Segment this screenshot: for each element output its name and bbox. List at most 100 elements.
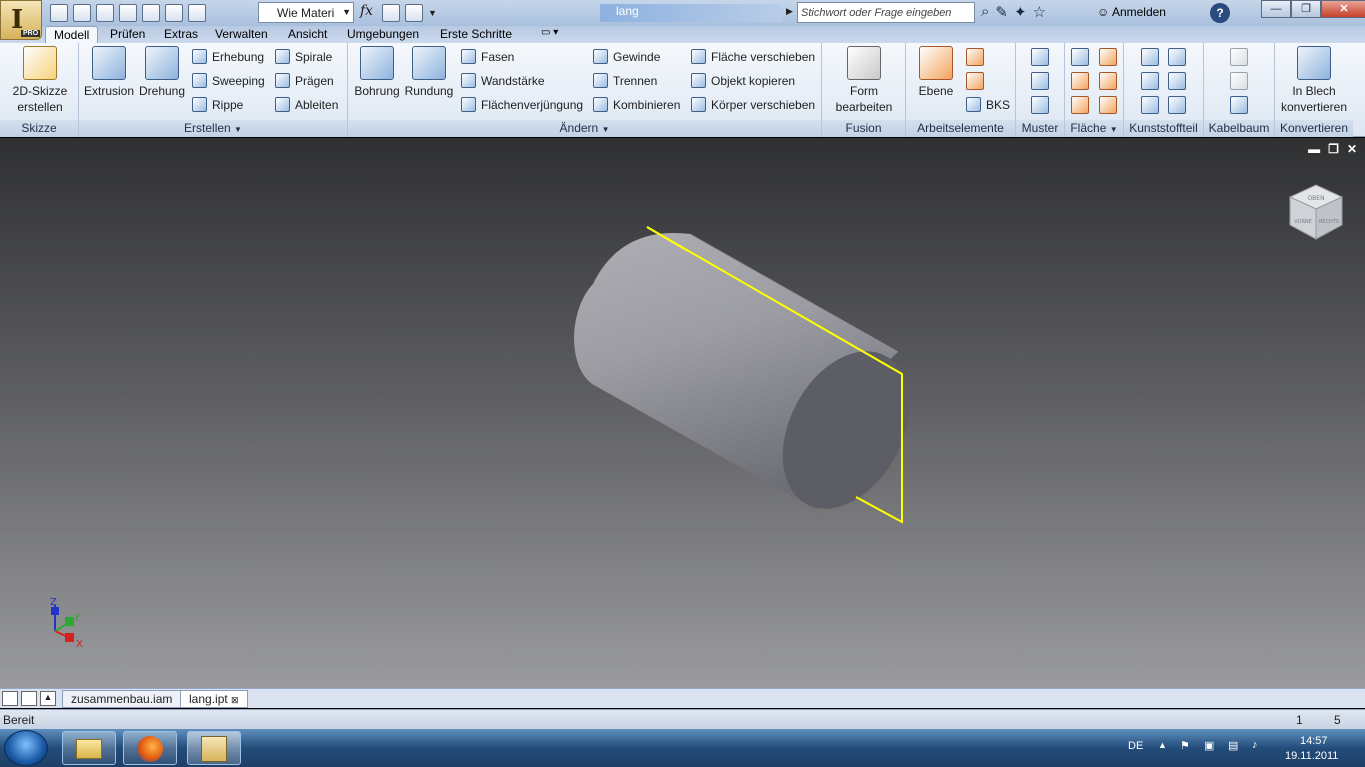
search-expand-icon[interactable]: ▶ bbox=[786, 6, 793, 17]
boss-icon[interactable] bbox=[1141, 72, 1159, 90]
convert-to-sheet-metal-button[interactable]: In Blech konvertieren bbox=[1277, 46, 1351, 115]
emboss-button[interactable]: Prägen bbox=[275, 72, 334, 90]
sweep-button[interactable]: Sweeping bbox=[192, 72, 265, 90]
search-input[interactable]: Stichwort oder Frage eingeben bbox=[797, 2, 975, 23]
sign-in-button[interactable]: ☺ Anmelden ▼ bbox=[1097, 5, 1228, 19]
delete-face-icon[interactable] bbox=[1099, 96, 1117, 114]
copy-object-button[interactable]: Objekt kopieren bbox=[691, 72, 795, 90]
wire-icon[interactable] bbox=[1230, 72, 1248, 90]
binoculars-icon[interactable]: ⌕ bbox=[981, 3, 989, 21]
clock-date[interactable]: 19.11.2011 bbox=[1285, 750, 1338, 762]
thicken-icon[interactable] bbox=[1071, 48, 1089, 66]
graphics-viewport[interactable]: ▬ ❐ ✕ OBEN VORNE RECHTS Z Y X bbox=[0, 138, 1365, 688]
show-hidden-icons[interactable]: ▲ bbox=[1158, 740, 1167, 750]
tab-umgebungen[interactable]: Umgebungen bbox=[347, 26, 419, 43]
fillet-button[interactable]: Rundung bbox=[404, 46, 454, 99]
tab-extras[interactable]: Extras bbox=[164, 26, 198, 43]
combine-button[interactable]: Kombinieren bbox=[593, 96, 680, 114]
mirror-icon[interactable] bbox=[1031, 96, 1049, 114]
window-list-icon[interactable]: ▲ bbox=[40, 691, 56, 706]
tab-pruefen[interactable]: Prüfen bbox=[110, 26, 145, 43]
undo-icon[interactable] bbox=[119, 4, 137, 22]
work-axis-icon[interactable] bbox=[966, 48, 984, 66]
material-dropdown[interactable]: Wie Materi ▼ bbox=[258, 2, 354, 23]
lip-icon[interactable] bbox=[1168, 96, 1186, 114]
open-folder-icon[interactable] bbox=[73, 4, 91, 22]
cylinder-body[interactable] bbox=[574, 233, 935, 530]
create-2d-sketch-button[interactable]: 2D-Skizze erstellen bbox=[8, 46, 72, 115]
qat-dropdown-icon[interactable]: ▼ bbox=[428, 8, 437, 18]
star-network-icon[interactable]: ✦ bbox=[1014, 3, 1027, 21]
flag-icon[interactable]: ⚑ bbox=[1180, 739, 1190, 752]
close-tab-icon[interactable]: ⊠ bbox=[231, 695, 239, 705]
redo-icon[interactable] bbox=[142, 4, 160, 22]
rib-button[interactable]: Rippe bbox=[192, 96, 243, 114]
patch-icon[interactable] bbox=[1099, 48, 1117, 66]
connector-icon[interactable] bbox=[1230, 48, 1248, 66]
tile-windows-icon[interactable] bbox=[21, 691, 37, 706]
derive-button[interactable]: Ableiten bbox=[275, 96, 338, 114]
device-icon[interactable]: ▣ bbox=[1204, 739, 1214, 752]
viewcube[interactable]: OBEN VORNE RECHTS bbox=[1286, 181, 1346, 243]
tab-verwalten[interactable]: Verwalten bbox=[215, 26, 268, 43]
help-button[interactable]: ? bbox=[1210, 3, 1230, 23]
circular-pattern-icon[interactable] bbox=[1031, 72, 1049, 90]
new-file-icon[interactable] bbox=[50, 4, 68, 22]
trim-icon[interactable] bbox=[1099, 72, 1117, 90]
snap-fit-icon[interactable] bbox=[1168, 48, 1186, 66]
tab-ansicht[interactable]: Ansicht bbox=[288, 26, 327, 43]
application-menu-button[interactable]: I PRO bbox=[0, 0, 42, 40]
revolve-button[interactable]: Drehung bbox=[137, 46, 187, 99]
sculpt-icon[interactable] bbox=[1071, 96, 1089, 114]
inventor-taskbar-button[interactable] bbox=[187, 731, 241, 765]
extrusion-button[interactable]: Extrusion bbox=[83, 46, 135, 99]
coil-button[interactable]: Spirale bbox=[275, 48, 332, 66]
rectangular-pattern-icon[interactable] bbox=[1031, 48, 1049, 66]
doc-tab-zusammenbau[interactable]: zusammenbau.iam bbox=[62, 690, 182, 708]
minimize-button[interactable]: — bbox=[1261, 0, 1291, 18]
work-point-icon[interactable] bbox=[966, 72, 984, 90]
measure-icon[interactable] bbox=[382, 4, 400, 22]
tab-modell[interactable]: Modell bbox=[45, 26, 99, 43]
edit-form-button[interactable]: Form bearbeiten bbox=[828, 46, 900, 115]
clock-time[interactable]: 14:57 bbox=[1300, 735, 1328, 747]
hole-button[interactable]: Bohrung bbox=[352, 46, 402, 99]
shell-button[interactable]: Wandstärke bbox=[461, 72, 545, 90]
work-plane-button[interactable]: Ebene bbox=[912, 46, 960, 99]
cascade-windows-icon[interactable] bbox=[2, 691, 18, 706]
maximize-button[interactable]: ❐ bbox=[1291, 0, 1321, 18]
firefox-taskbar-button[interactable] bbox=[123, 731, 177, 765]
close-button[interactable]: ✕ bbox=[1321, 0, 1365, 18]
volume-icon[interactable]: ♪ bbox=[1252, 739, 1258, 751]
panel-label-erstellen[interactable]: Erstellen ▼ bbox=[79, 120, 347, 137]
save-icon[interactable] bbox=[96, 4, 114, 22]
ucs-button[interactable]: BKS bbox=[966, 96, 1010, 114]
split-button[interactable]: Trennen bbox=[593, 72, 657, 90]
select-icon[interactable] bbox=[188, 4, 206, 22]
favorites-star-icon[interactable]: ☆ bbox=[1033, 3, 1046, 21]
chamfer-button[interactable]: Fasen bbox=[461, 48, 514, 66]
ribbon-options-icon[interactable]: ▭ ▾ bbox=[541, 26, 558, 43]
start-button[interactable] bbox=[4, 730, 48, 766]
panel-label-aendern[interactable]: Ändern ▼ bbox=[348, 120, 821, 137]
wrench-icon[interactable]: ✎ bbox=[995, 3, 1008, 21]
stitch-icon[interactable] bbox=[1071, 72, 1089, 90]
work-point-icon[interactable] bbox=[405, 4, 423, 22]
move-face-button[interactable]: Fläche verschieben bbox=[691, 48, 815, 66]
tab-erste-schritte[interactable]: Erste Schritte bbox=[440, 26, 512, 43]
parameters-button[interactable]: fx bbox=[360, 3, 373, 19]
language-indicator[interactable]: DE bbox=[1128, 740, 1143, 752]
thread-button[interactable]: Gewinde bbox=[593, 48, 660, 66]
update-icon[interactable] bbox=[165, 4, 183, 22]
face-draft-button[interactable]: Flächenverjüngung bbox=[461, 96, 583, 114]
doc-tab-lang[interactable]: lang.ipt ⊠ bbox=[180, 690, 248, 708]
move-bodies-button[interactable]: Körper verschieben bbox=[691, 96, 815, 114]
grill-icon[interactable] bbox=[1141, 48, 1159, 66]
rule-fillet-icon[interactable] bbox=[1168, 72, 1186, 90]
loft-button[interactable]: Erhebung bbox=[192, 48, 264, 66]
harness-icon[interactable] bbox=[1230, 96, 1248, 114]
explorer-taskbar-button[interactable] bbox=[62, 731, 116, 765]
rest-icon[interactable] bbox=[1141, 96, 1159, 114]
panel-label-flaeche[interactable]: Fläche ▼ bbox=[1065, 120, 1123, 137]
network-icon[interactable]: ▤ bbox=[1228, 739, 1238, 752]
